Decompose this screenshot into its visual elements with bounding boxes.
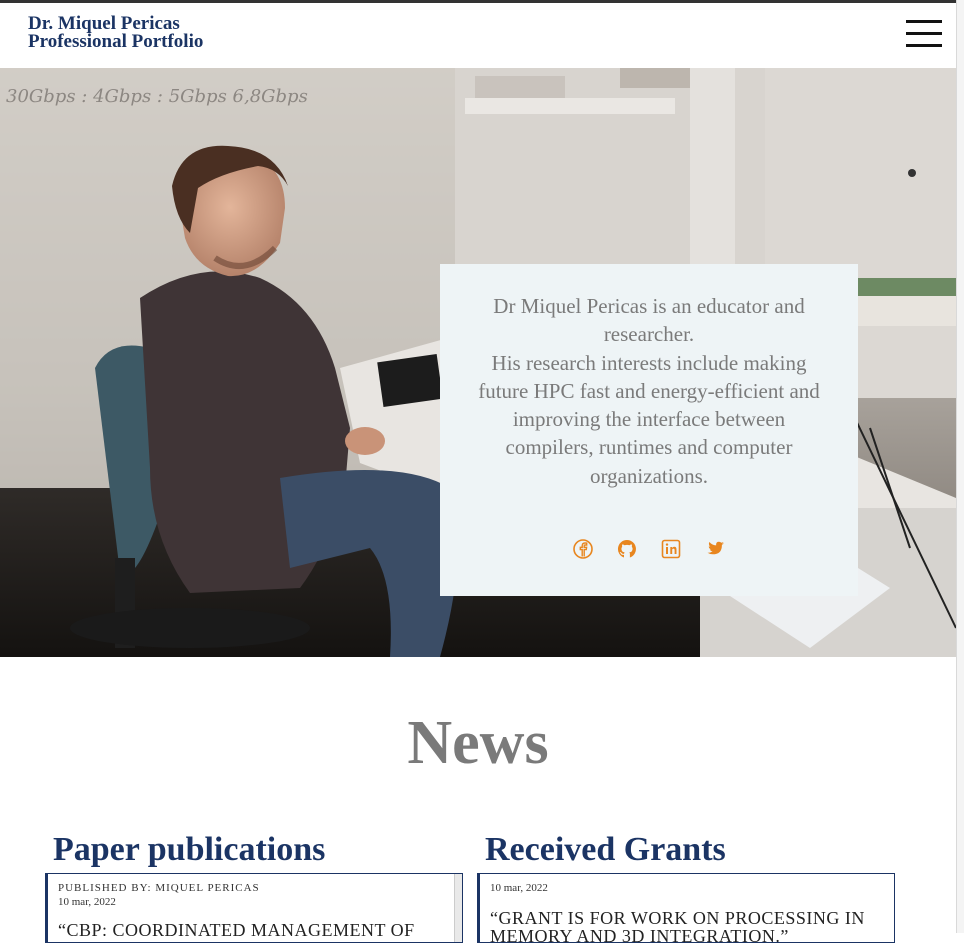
publications-heading: Paper publications [53, 831, 326, 868]
intro-card: Dr Miquel Pericas is an educator and res… [440, 264, 858, 596]
hamburger-menu-icon[interactable] [906, 20, 942, 48]
intro-line-2: His research interests include making fu… [478, 350, 820, 488]
github-icon[interactable] [616, 538, 638, 560]
grants-heading: Received Grants [485, 831, 726, 868]
intro-text: Dr Miquel Pericas is an educator and res… [470, 292, 828, 490]
site-title-subtitle: Professional Portfolio [28, 31, 204, 52]
grant-headline-continued: memory and 3D integration.” [490, 926, 789, 943]
social-links [440, 538, 858, 560]
site-header: Dr. Miquel Pericas Professional Portfoli… [0, 3, 956, 68]
linkedin-icon[interactable] [660, 538, 682, 560]
grant-headline: “Grant is for work on processing in [490, 908, 865, 928]
facebook-icon[interactable] [572, 538, 594, 560]
news-title: News [407, 709, 549, 777]
publication-date: 10 mar, 2022 [58, 896, 116, 908]
site-title[interactable]: Dr. Miquel Pericas Professional Portfoli… [28, 14, 204, 52]
publication-meta: Published by: Miquel Pericas [58, 882, 260, 894]
publication-headline: “CBP: Coordinated management of [58, 920, 415, 940]
page-scrollbar[interactable] [956, 0, 964, 933]
intro-line-1: Dr Miquel Pericas is an educator and res… [493, 294, 805, 347]
hero-section: 30Gbps : 4Gbps : 5Gbps 6,8Gbps Dr Miquel… [0, 68, 956, 657]
twitter-icon[interactable] [704, 538, 726, 560]
grant-date: 10 mar, 2022 [490, 882, 548, 894]
whiteboard-scribble: 30Gbps : 4Gbps : 5Gbps 6,8Gbps [6, 86, 308, 107]
